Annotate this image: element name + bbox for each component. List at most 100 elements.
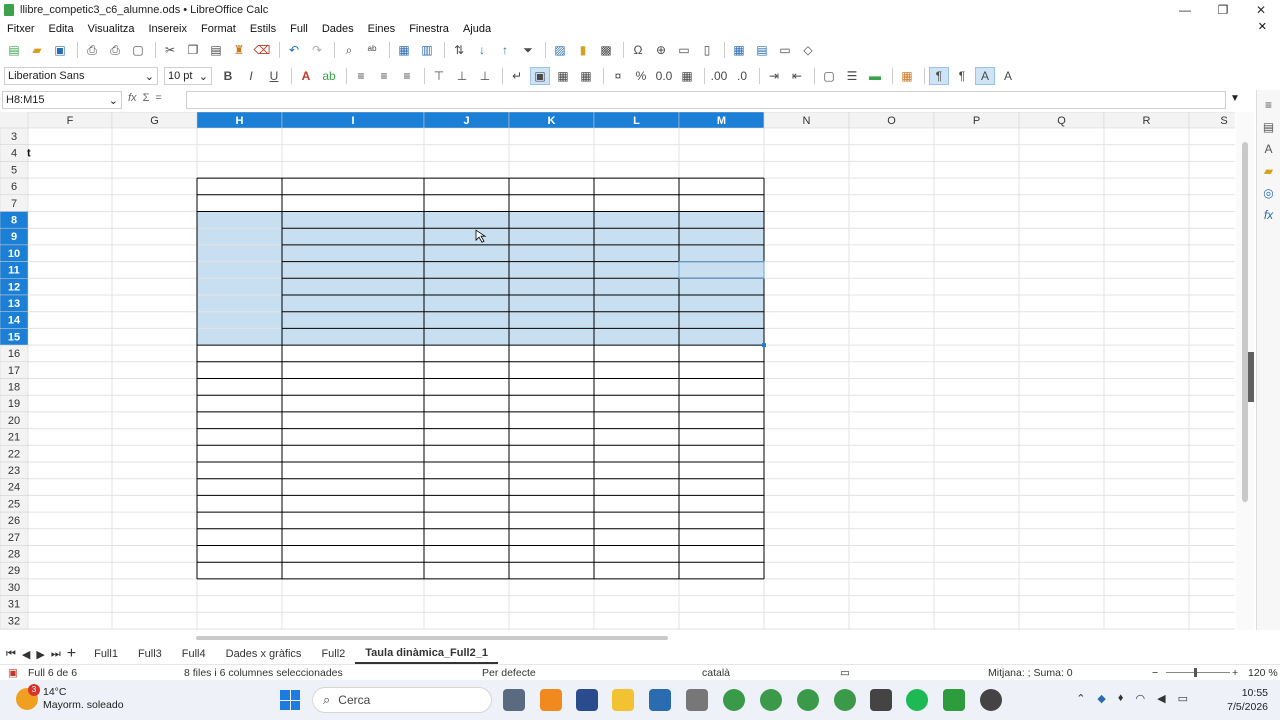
add-decimal-icon[interactable]: .00	[709, 67, 729, 85]
menu-edit[interactable]: Edita	[42, 23, 81, 35]
split-window-icon[interactable]: ▭	[775, 41, 795, 59]
number-format-icon[interactable]: 0.0	[654, 67, 674, 85]
italic-icon[interactable]: I	[241, 67, 261, 85]
row-icon[interactable]: ▦	[394, 41, 414, 59]
gallery-icon[interactable]: ▰	[1257, 164, 1280, 178]
maximize-button[interactable]: ❐	[1204, 0, 1242, 20]
document-icon[interactable]	[870, 689, 892, 711]
insert-image-icon[interactable]: ▨	[550, 41, 570, 59]
tab-full3[interactable]: Full3	[128, 644, 172, 664]
align-center-icon[interactable]: ≡	[374, 67, 394, 85]
pivot-table-icon[interactable]: ▩	[596, 41, 616, 59]
tab-full2[interactable]: Full2	[311, 644, 355, 664]
delete-decimal-icon[interactable]: .0	[732, 67, 752, 85]
decrease-indent-icon[interactable]: ⇤	[787, 67, 807, 85]
menu-help[interactable]: Ajuda	[456, 23, 498, 35]
copy-icon[interactable]: ❐	[183, 41, 203, 59]
windows-start-icon[interactable]	[280, 690, 300, 710]
align-top-icon[interactable]: ⊤	[429, 67, 449, 85]
insert-chart-icon[interactable]: ▮	[573, 41, 593, 59]
show-hidden-icons-icon[interactable]: ⌃	[1076, 692, 1085, 705]
defender-icon[interactable]: ◆	[1097, 692, 1105, 705]
formula-icon[interactable]: =	[155, 92, 161, 104]
styles-icon[interactable]: A	[1257, 142, 1280, 156]
menu-data[interactable]: Dades	[315, 23, 361, 35]
clone-formatting-icon[interactable]: ♜	[229, 41, 249, 59]
show-draw-functions-icon[interactable]: ◇	[798, 41, 818, 59]
find-replace-icon[interactable]: ⌕	[339, 41, 359, 59]
sort-ascending-icon[interactable]: ↓	[472, 41, 492, 59]
redo-icon[interactable]: ↷	[307, 41, 327, 59]
wrap-text-icon[interactable]: ↵	[507, 67, 527, 85]
add-sheet-icon[interactable]: +	[67, 645, 76, 661]
save-icon[interactable]: ▣	[50, 41, 70, 59]
column-header[interactable]	[1188, 112, 1235, 129]
font-name-box[interactable]: Liberation Sans ⌄	[4, 67, 158, 85]
print-preview-icon[interactable]: ▢	[128, 41, 148, 59]
menu-file[interactable]: Fitxer	[0, 23, 42, 35]
tab-taula-dinamica[interactable]: Taula dinàmica_Full2_1	[355, 644, 498, 664]
volume-icon[interactable]: ◀	[1157, 692, 1165, 705]
last-sheet-icon[interactable]: ⏭	[51, 648, 61, 661]
text-horizontal-icon[interactable]: A	[975, 67, 995, 85]
chrome-icon[interactable]	[760, 689, 782, 711]
align-bottom-icon[interactable]: ⊥	[475, 67, 495, 85]
define-print-area-icon[interactable]: ▦	[729, 41, 749, 59]
sidebar-menu-icon[interactable]: ≡	[1257, 98, 1280, 112]
tab-full4[interactable]: Full4	[172, 644, 216, 664]
sheet-grid[interactable]: F G H I J K L M N O P Q R S 3 4 5 6 7 8 9 10 11 12 13 14 15 16 17 18 1…	[0, 112, 1235, 630]
autofilter-icon[interactable]: ⏷	[518, 41, 538, 59]
vertical-scrollbar[interactable]	[1236, 112, 1254, 630]
horizontal-scroll-thumb[interactable]	[196, 636, 668, 640]
formula-input[interactable]	[186, 91, 1226, 109]
zoom-out-icon[interactable]: −	[1152, 667, 1158, 679]
border-color-icon[interactable]: ▬	[865, 67, 885, 85]
close-document-icon[interactable]: ✕	[1251, 20, 1274, 33]
undo-icon[interactable]: ↶	[284, 41, 304, 59]
libreoffice-calc-icon[interactable]	[943, 689, 965, 711]
clock[interactable]: 10:55 7/5/2026	[1227, 686, 1268, 714]
underline-icon[interactable]: U	[264, 67, 284, 85]
menu-window[interactable]: Finestra	[402, 23, 456, 35]
zoom-slider-thumb[interactable]	[1194, 668, 1197, 677]
conditional-format-icon[interactable]: ▦	[897, 67, 917, 85]
store-icon[interactable]	[649, 689, 671, 711]
vertical-scroll-thumb[interactable]	[1242, 142, 1248, 502]
task-view-icon[interactable]	[503, 689, 525, 711]
weather-widget[interactable]: 14°C Mayorm. soleado	[43, 686, 124, 712]
text-direction-rtl-icon[interactable]: ¶	[952, 67, 972, 85]
tab-dades-x-grafics[interactable]: Dades x gràfics	[216, 644, 312, 664]
function-wizard-icon[interactable]: fx	[128, 92, 137, 104]
name-box[interactable]: H8:M15 ⌄	[2, 91, 122, 109]
currency-icon[interactable]: ¤	[608, 67, 628, 85]
next-sheet-icon[interactable]: ▶	[36, 648, 44, 661]
app-icon[interactable]	[980, 689, 1002, 711]
snipping-tool-icon[interactable]	[686, 689, 708, 711]
text-vertical-icon[interactable]: A	[998, 67, 1018, 85]
spelling-icon[interactable]: ᵃᵇ	[362, 41, 382, 59]
menu-sheet[interactable]: Full	[283, 23, 315, 35]
hyperlink-icon[interactable]: ⊕	[651, 41, 671, 59]
tab-full1[interactable]: Full1	[84, 644, 128, 664]
previous-sheet-icon[interactable]: ◀	[22, 648, 30, 661]
menu-styles[interactable]: Estils	[243, 23, 283, 35]
zoom-in-icon[interactable]: +	[1232, 667, 1238, 679]
unmerge-cells-icon[interactable]: ▦	[576, 67, 596, 85]
wifi-icon[interactable]: ◠	[1136, 692, 1146, 705]
borders-icon[interactable]: ▢	[819, 67, 839, 85]
spotify-icon[interactable]	[906, 689, 928, 711]
date-format-icon[interactable]: ▦	[677, 67, 697, 85]
selection-mode-icon[interactable]: ▭	[840, 667, 850, 679]
bold-icon[interactable]: B	[218, 67, 238, 85]
language[interactable]: català	[702, 667, 730, 679]
freeze-rows-icon[interactable]: ▤	[752, 41, 772, 59]
battery-icon[interactable]: ▭	[1178, 692, 1188, 705]
column-icon[interactable]: ▥	[417, 41, 437, 59]
merge-cells-icon[interactable]: ▦	[553, 67, 573, 85]
percent-icon[interactable]: %	[631, 67, 651, 85]
highlight-color-icon[interactable]: ab	[319, 67, 339, 85]
taskbar-search[interactable]: ⌕ Cerca	[312, 687, 492, 713]
first-sheet-icon[interactable]: ⏮	[6, 648, 16, 661]
menu-view[interactable]: Visualitza	[81, 23, 142, 35]
clear-formatting-icon[interactable]: ⌫	[252, 41, 272, 59]
